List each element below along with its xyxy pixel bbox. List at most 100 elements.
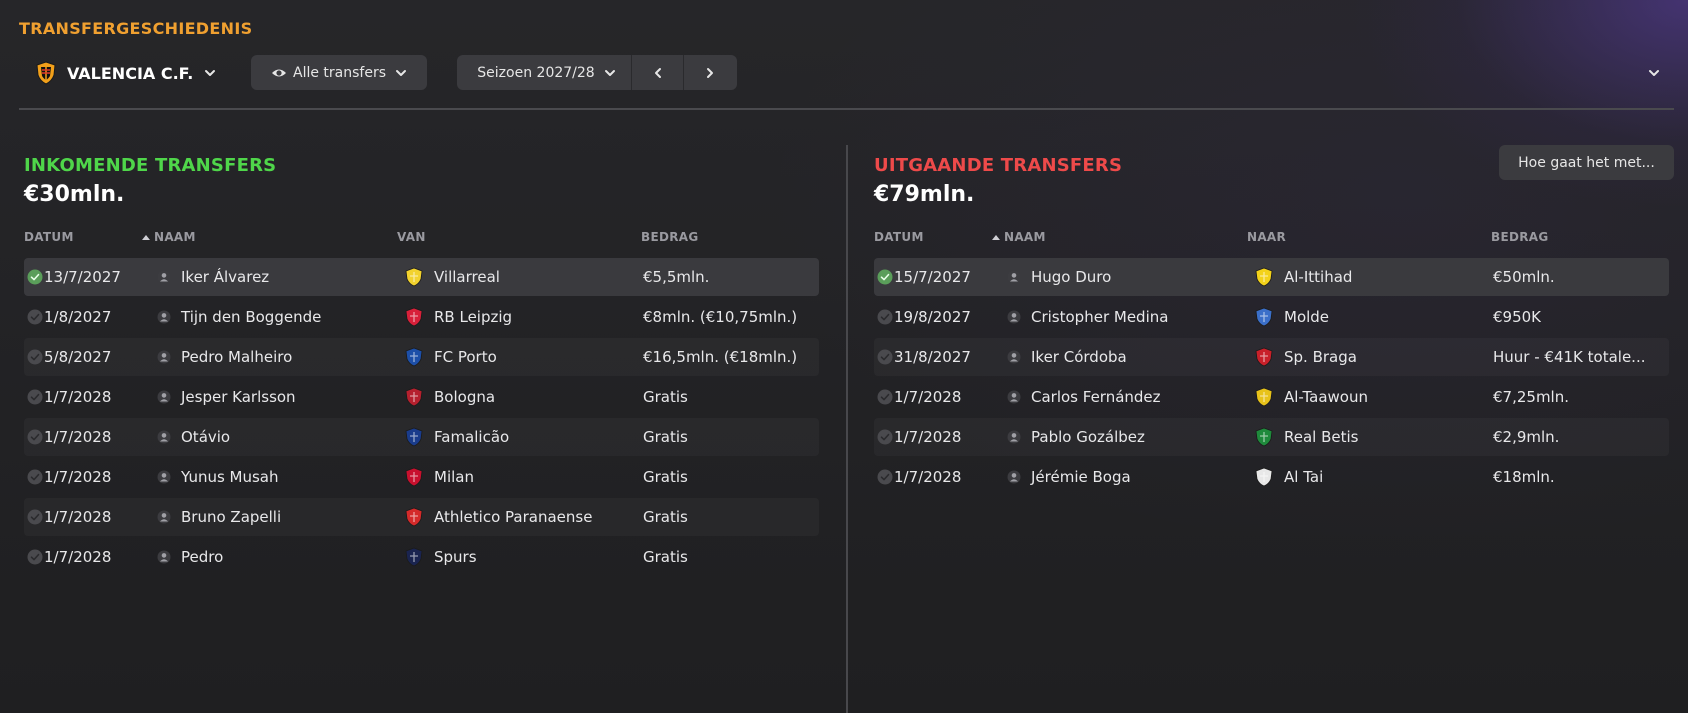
club-cell[interactable]: Al Tai (1254, 458, 1489, 496)
transfer-fee: €950K (1493, 298, 1663, 336)
panel-divider (846, 145, 848, 713)
club-cell[interactable]: Sp. Braga (1254, 338, 1489, 376)
table-row[interactable]: 1/7/2028 Pedro Spurs Gratis (24, 538, 819, 576)
club-name: Milan (434, 468, 474, 486)
transfer-filter-dropdown[interactable]: Alle transfers (251, 55, 427, 90)
player-cell[interactable]: Yunus Musah (157, 458, 392, 496)
header-divider (19, 108, 1674, 110)
transfer-fee: Gratis (643, 418, 813, 456)
column-header-date[interactable]: DATUM (24, 230, 74, 244)
table-row[interactable]: 1/7/2028 Yunus Musah Milan Gratis (24, 458, 819, 496)
eye-icon (271, 66, 286, 80)
club-cell[interactable]: Spurs (404, 538, 639, 576)
table-row[interactable]: 1/7/2028 Carlos Fernández Al-Taawoun €7,25m… (874, 378, 1669, 416)
player-name: Carlos Fernández (1031, 388, 1161, 406)
table-row[interactable]: 15/7/2027 Hugo Duro Al-Ittihad €50mln. (874, 258, 1669, 296)
table-row[interactable]: 1/7/2028 Jérémie Boga Al Tai €18mln. (874, 458, 1669, 496)
column-header-date[interactable]: DATUM (874, 230, 924, 244)
table-row[interactable]: 13/7/2027 Iker Álvarez Villarreal €5,5mln. (24, 258, 819, 296)
club-cell[interactable]: Famalicão (404, 418, 639, 456)
club-cell[interactable]: FC Porto (404, 338, 639, 376)
player-cell[interactable]: Pablo Gozálbez (1007, 418, 1242, 456)
season-label: Seizoen 2027/28 (477, 64, 595, 81)
player-cell[interactable]: Cristopher Medina (1007, 298, 1242, 336)
club-selector[interactable]: VALENCIA C.F. (35, 57, 217, 89)
club-name: VALENCIA C.F. (67, 63, 194, 83)
player-cell[interactable]: Tijn den Boggende (157, 298, 392, 336)
transfer-fee-value: €8mln. (€10,75mln.) (643, 308, 798, 326)
transfer-date: 19/8/2027 (894, 308, 971, 326)
table-row[interactable]: 1/7/2028 Jesper Karlsson Bologna Gratis (24, 378, 819, 416)
transfer-fee: €16,5mln. (€18mln.) (643, 338, 813, 376)
column-header-from[interactable]: VAN (397, 230, 426, 244)
previous-season-button[interactable] (632, 55, 684, 90)
player-cell[interactable]: Jérémie Boga (1007, 458, 1242, 496)
player-name: Jérémie Boga (1031, 468, 1131, 486)
club-cell[interactable]: Molde (1254, 298, 1489, 336)
table-row[interactable]: 19/8/2027 Cristopher Medina Molde €950K (874, 298, 1669, 336)
column-header-label: NAAM (154, 230, 196, 244)
club-cell[interactable]: Bologna (404, 378, 639, 416)
season-dropdown[interactable]: Seizoen 2027/28 (457, 55, 632, 90)
transfer-fee-value: €7,25mln. (1493, 388, 1569, 406)
column-header-fee[interactable]: BEDRAG (641, 230, 698, 244)
check-icon (27, 258, 45, 296)
table-row[interactable]: 1/7/2028 Pablo Gozálbez Real Betis €2,9mln. (874, 418, 1669, 456)
club-cell[interactable]: RB Leipzig (404, 298, 639, 336)
club-name: Molde (1284, 308, 1330, 326)
player-cell[interactable]: Hugo Duro (1007, 258, 1242, 296)
table-row[interactable]: 1/7/2028 Otávio Famalicão Gratis (24, 418, 819, 456)
player-cell[interactable]: Iker Córdoba (1007, 338, 1242, 376)
season-selector: Seizoen 2027/28 (457, 55, 737, 90)
transfer-fee: €5,5mln. (643, 258, 813, 296)
check-icon (27, 498, 45, 536)
player-cell[interactable]: Jesper Karlsson (157, 378, 392, 416)
transfer-date: 1/7/2028 (44, 468, 112, 486)
table-row[interactable]: 1/7/2028 Bruno Zapelli Athletico Paranaens… (24, 498, 819, 536)
club-cell[interactable]: Al-Taawoun (1254, 378, 1489, 416)
player-cell[interactable]: Pedro (157, 538, 392, 576)
player-cell[interactable]: Carlos Fernández (1007, 378, 1242, 416)
player-name: Bruno Zapelli (181, 508, 282, 526)
transfer-fee: €18mln. (1493, 458, 1663, 496)
column-header-label: BEDRAG (641, 230, 699, 244)
column-header-name[interactable]: NAAM (992, 230, 1046, 244)
column-header-label: NAAR (1247, 230, 1287, 244)
check-icon (27, 378, 45, 416)
famalicao-crest-icon (404, 427, 424, 447)
column-header-to[interactable]: NAAR (1247, 230, 1286, 244)
table-row[interactable]: 1/8/2027 Tijn den Boggende RB Leipzig €8mln… (24, 298, 819, 336)
club-name: Bologna (434, 388, 496, 406)
player-cell[interactable]: Iker Álvarez (157, 258, 392, 296)
transfer-date: 1/7/2028 (44, 428, 112, 446)
check-icon (27, 418, 45, 456)
club-cell[interactable]: Athletico Paranaense (404, 498, 639, 536)
column-header-label: DATUM (874, 230, 924, 244)
next-season-button[interactable] (684, 55, 736, 90)
player-name: Jesper Karlsson (181, 388, 296, 406)
page-title: TRANSFERGESCHIEDENIS (19, 19, 253, 38)
check-icon (27, 538, 45, 576)
club-cell[interactable]: Al-Ittihad (1254, 258, 1489, 296)
club-name: Spurs (434, 548, 477, 566)
player-person-icon (1007, 390, 1021, 404)
club-cell[interactable]: Villarreal (404, 258, 639, 296)
column-header-fee[interactable]: BEDRAG (1491, 230, 1548, 244)
player-cell[interactable]: Otávio (157, 418, 392, 456)
player-person-icon (157, 470, 171, 484)
club-name: RB Leipzig (434, 308, 513, 326)
column-header-name[interactable]: NAAM (142, 230, 196, 244)
player-name: Cristopher Medina (1031, 308, 1169, 326)
table-row[interactable]: 31/8/2027 Iker Córdoba Sp. Braga Huur - €41… (874, 338, 1669, 376)
player-person-icon (1007, 310, 1021, 324)
table-header: DATUM NAAM NAAR BEDRAG (874, 230, 1669, 250)
collapse-toggle-button[interactable] (1644, 63, 1664, 83)
player-cell[interactable]: Bruno Zapelli (157, 498, 392, 536)
table-row[interactable]: 5/8/2027 Pedro Malheiro FC Porto €16,5mln. … (24, 338, 819, 376)
transfer-fee-value: Gratis (643, 428, 688, 446)
club-cell[interactable]: Real Betis (1254, 418, 1489, 456)
club-cell[interactable]: Milan (404, 458, 639, 496)
club-name: Sp. Braga (1284, 348, 1357, 366)
outgoing-total: €79mln. (874, 182, 975, 207)
player-cell[interactable]: Pedro Malheiro (157, 338, 392, 376)
